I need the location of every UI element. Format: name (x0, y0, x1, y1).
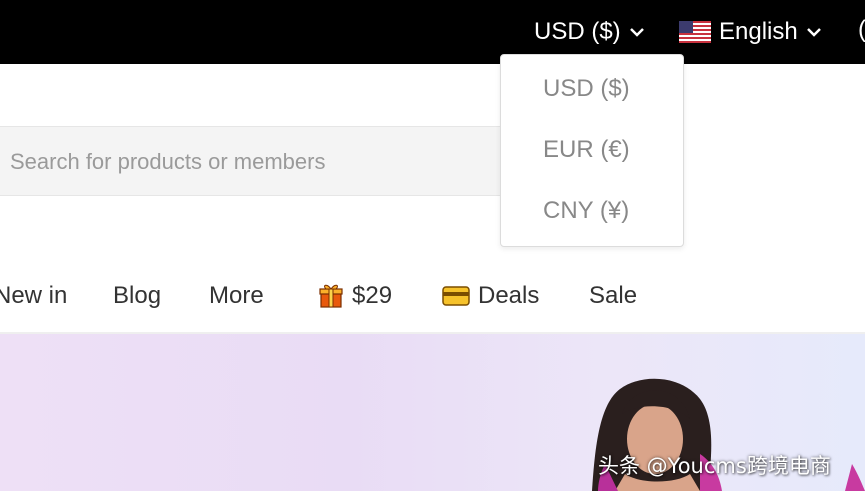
nav-item-label: Blog (113, 282, 162, 309)
chevron-down-icon (629, 28, 644, 37)
topbar-edge-text: ( (858, 16, 865, 44)
card-icon (442, 286, 470, 306)
nav-item-new-in[interactable]: New in (0, 270, 67, 322)
language-selector[interactable]: English (679, 16, 822, 48)
nav-item-label: $29 (352, 282, 393, 309)
currency-option-cny[interactable]: CNY (¥) (543, 191, 629, 231)
main-nav: New in Blog More $29 Deals Sale (0, 270, 865, 322)
nav-item-blog[interactable]: Blog (113, 270, 161, 322)
currency-selector[interactable]: USD ($) (534, 16, 645, 48)
currency-dropdown: USD ($) EUR (€) CNY (¥) (500, 54, 684, 247)
gift-icon (319, 284, 343, 308)
search-bar (0, 126, 540, 197)
nav-item-price[interactable]: $29 (318, 270, 392, 322)
top-bar: USD ($) English ( (0, 0, 865, 64)
nav-item-more[interactable]: More (209, 270, 264, 322)
nav-item-label: Deals (478, 282, 540, 309)
nav-item-sale[interactable]: Sale (589, 270, 637, 322)
us-flag-icon (679, 21, 711, 43)
nav-item-label: Sale (589, 282, 638, 309)
currency-option-usd[interactable]: USD ($) (543, 69, 630, 109)
watermark: 头条 @Youcms跨境电商 (598, 454, 831, 478)
nav-item-deals[interactable]: Deals (442, 270, 539, 322)
nav-item-label: New in (0, 282, 68, 309)
currency-option-eur[interactable]: EUR (€) (543, 130, 630, 170)
search-input[interactable] (8, 127, 532, 197)
chevron-down-icon (806, 28, 821, 37)
currency-selector-label: USD ($) (534, 18, 621, 45)
nav-item-label: More (209, 282, 264, 309)
language-selector-label: English (719, 18, 798, 45)
